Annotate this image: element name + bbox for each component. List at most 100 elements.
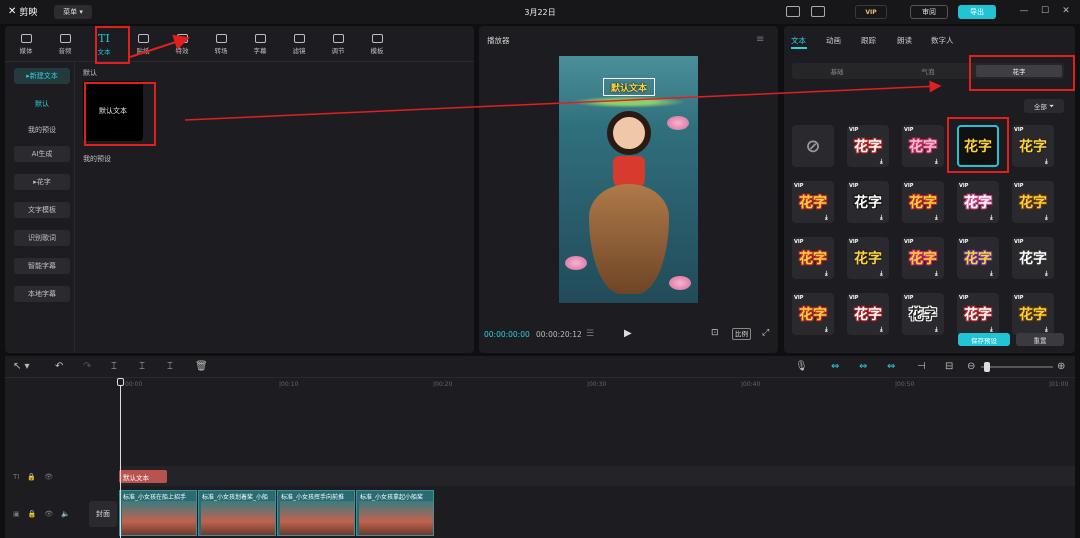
download-icon[interactable]: ⤓ xyxy=(1045,215,1051,221)
tab-audio[interactable]: 音频 xyxy=(47,29,83,59)
no-style-cell[interactable]: ⊘ xyxy=(792,125,834,167)
save-preset-button[interactable]: 保存预设 xyxy=(958,333,1010,346)
tab-subtitle[interactable]: 字幕 xyxy=(242,29,278,59)
fit-timeline-icon[interactable]: ⊟ xyxy=(945,361,953,372)
zoom-out-icon[interactable]: ⊖ xyxy=(967,361,975,372)
split-right-icon[interactable]: ⌶ xyxy=(167,361,173,372)
ratio-button[interactable]: 比例 xyxy=(732,328,751,340)
split-icon[interactable]: ⌶ xyxy=(111,361,117,372)
download-icon[interactable]: ⤓ xyxy=(990,215,996,221)
select-tool-icon[interactable]: ↖ ▾ xyxy=(13,361,30,372)
export-button[interactable]: 导出 xyxy=(958,5,996,19)
download-icon[interactable]: ⤓ xyxy=(880,159,886,165)
download-icon[interactable]: ⤓ xyxy=(935,327,941,333)
download-icon[interactable]: ⤓ xyxy=(880,327,886,333)
eye-icon[interactable]: 👁 xyxy=(44,510,53,518)
flower-text-style[interactable]: 花字 VIP ⤓ xyxy=(1012,125,1054,167)
download-icon[interactable]: ⤓ xyxy=(825,215,831,221)
review-button[interactable]: 审阅 xyxy=(910,5,948,19)
linkage-icon[interactable]: ⇔ xyxy=(887,361,895,372)
preview-axis-icon[interactable]: ⊣ xyxy=(917,361,926,372)
nav-item-6[interactable]: 识别歌词 xyxy=(14,230,70,246)
nav-item-5[interactable]: 文字模板 xyxy=(14,202,70,218)
flower-text-style[interactable]: 花字 VIP ⤓ xyxy=(847,181,889,223)
text-clip[interactable]: 默认文本 xyxy=(119,470,167,483)
nav-item-1[interactable]: 默认 xyxy=(14,96,70,112)
download-icon[interactable]: ⤓ xyxy=(935,159,941,165)
nav-item-3[interactable]: AI生成 xyxy=(14,146,70,162)
inspector-tab-1[interactable]: 动画 xyxy=(826,35,841,46)
segment-0[interactable]: 基础 xyxy=(794,65,880,77)
split-left-icon[interactable]: ⌶ xyxy=(139,361,145,372)
download-icon[interactable]: ⤓ xyxy=(825,271,831,277)
flower-text-style[interactable]: 花字 VIP ⤓ xyxy=(792,293,834,335)
video-clip[interactable]: 标准_小女孩拿起小船桨 xyxy=(356,490,434,536)
download-icon[interactable]: ⤓ xyxy=(990,271,996,277)
layout-icon[interactable] xyxy=(811,6,825,17)
lock-icon[interactable]: 🔒 xyxy=(27,473,36,481)
close-icon[interactable]: ✕ xyxy=(1060,5,1072,17)
inspector-tab-3[interactable]: 朗读 xyxy=(897,35,912,46)
playhead[interactable] xyxy=(120,380,121,538)
flower-text-style[interactable]: 花字 VIP ⤓ xyxy=(847,293,889,335)
inspector-tab-2[interactable]: 跟踪 xyxy=(861,35,876,46)
reset-button[interactable]: 重置 xyxy=(1016,333,1064,346)
flower-text-style[interactable]: 花字 VIP ⤓ xyxy=(957,293,999,335)
video-clip[interactable]: 标准_小女孩划着桨_小船 xyxy=(198,490,276,536)
flower-text-style[interactable]: 花字 VIP ⤓ xyxy=(957,181,999,223)
lock-icon[interactable]: 🔒 xyxy=(28,510,37,518)
flower-text-style[interactable]: 花字 VIP ⤓ xyxy=(847,125,889,167)
snap-icon[interactable]: ⇔ xyxy=(859,361,867,372)
nav-item-4[interactable]: ▸ 花字 xyxy=(14,174,70,190)
flower-text-style[interactable]: 花字 VIP ⤓ xyxy=(847,237,889,279)
inspector-tab-0[interactable]: 文本 xyxy=(791,35,806,46)
mute-icon[interactable]: 🔈 xyxy=(61,510,70,518)
video-preview[interactable]: 默认文本 xyxy=(559,56,698,303)
zoom-slider-handle[interactable] xyxy=(984,362,990,372)
download-icon[interactable]: ⤓ xyxy=(1045,271,1051,277)
tab-filter[interactable]: 滤镜 xyxy=(281,29,317,59)
delete-icon[interactable]: 🗑 xyxy=(195,361,208,372)
microphone-icon[interactable]: 🎙 xyxy=(795,361,808,372)
link-main-track-icon[interactable]: ⇔ xyxy=(831,361,839,372)
flower-text-style[interactable]: 花字 VIP ⤓ xyxy=(957,237,999,279)
redo-icon[interactable]: ↷ xyxy=(83,361,91,372)
flower-text-style[interactable]: 花字 VIP ⤓ xyxy=(1012,293,1054,335)
eye-icon[interactable]: 👁 xyxy=(44,473,53,481)
inspector-tab-4[interactable]: 数字人 xyxy=(931,35,954,46)
download-icon[interactable]: ⤓ xyxy=(935,215,941,221)
tab-adjust[interactable]: 调节 xyxy=(320,29,356,59)
download-icon[interactable]: ⤓ xyxy=(825,327,831,333)
flower-text-style[interactable]: 花字 VIP ⤓ xyxy=(792,181,834,223)
tab-effects[interactable]: 特效 xyxy=(164,29,200,59)
nav-item-8[interactable]: 本地字幕 xyxy=(14,286,70,302)
vip-badge[interactable]: VIP xyxy=(855,5,887,19)
fullscreen-icon[interactable]: ⤢ xyxy=(762,328,769,338)
nav-item-0[interactable]: ▸ 新建文本 xyxy=(14,68,70,84)
nav-item-2[interactable]: 我的预设 xyxy=(14,122,70,138)
tab-transition[interactable]: 转场 xyxy=(203,29,239,59)
download-icon[interactable]: ⤓ xyxy=(935,271,941,277)
play-icon[interactable]: ▶ xyxy=(624,328,632,339)
video-clip[interactable]: 标准_小女孩在船上招手 xyxy=(119,490,197,536)
flower-text-style[interactable]: 花字 VIP ⤓ xyxy=(902,125,944,167)
zoom-in-icon[interactable]: ⊕ xyxy=(1057,361,1065,372)
flower-text-style[interactable]: 花字 VIP ⤓ xyxy=(902,181,944,223)
flower-text-style[interactable]: 花字 VIP ⤓ xyxy=(1012,181,1054,223)
video-clip[interactable]: 标准_小女孩挥手向前推 xyxy=(277,490,355,536)
flower-text-style[interactable]: 花字 VIP ⤓ xyxy=(902,293,944,335)
zoom-slider[interactable] xyxy=(981,362,1053,372)
download-icon[interactable]: ⤓ xyxy=(880,271,886,277)
tab-template[interactable]: 模板 xyxy=(359,29,395,59)
filter-all-button[interactable]: 全部 ⏷ xyxy=(1024,99,1064,113)
cover-button[interactable]: 封面 xyxy=(89,501,117,527)
flower-text-style[interactable]: 花字 VIP ⤓ xyxy=(1012,237,1054,279)
minimize-icon[interactable]: — xyxy=(1018,5,1030,17)
nav-item-7[interactable]: 智能字幕 xyxy=(14,258,70,274)
player-menu-icon[interactable]: ≡ xyxy=(756,34,764,45)
undo-icon[interactable]: ↶ xyxy=(55,361,63,372)
flower-text-style[interactable]: 花字 VIP ⤓ xyxy=(792,237,834,279)
playhead-handle[interactable] xyxy=(117,378,124,386)
flower-text-style[interactable]: 花字 VIP ⤓ xyxy=(902,237,944,279)
fit-icon[interactable]: ⊡ xyxy=(711,328,719,338)
